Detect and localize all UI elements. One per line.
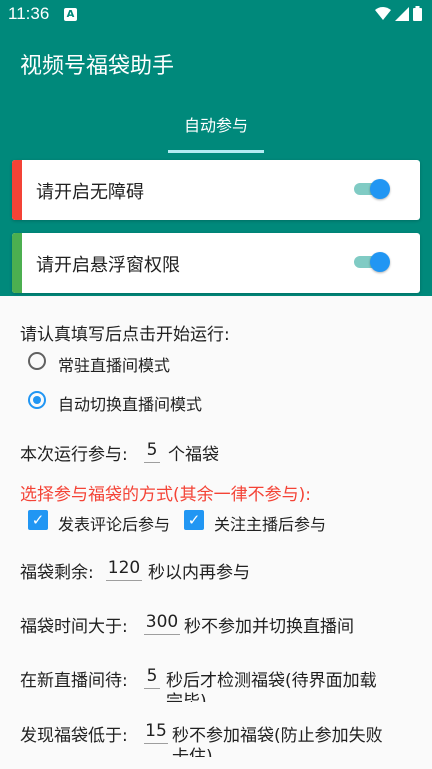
mode-radio-auto-switch[interactable] (28, 391, 46, 409)
duration-suffix: 秒不参加并切换直播间 (184, 617, 354, 637)
status-icons (375, 6, 422, 21)
mode-label-resident[interactable]: 常驻直播间模式 (58, 352, 170, 376)
low-found-prefix: 发现福袋低于: (20, 726, 128, 746)
overlay-toggle[interactable] (354, 252, 390, 272)
accessibility-toggle[interactable] (354, 179, 390, 199)
tab-indicator (168, 150, 264, 153)
status-bar-red (12, 160, 22, 220)
wifi-icon (375, 6, 391, 20)
low-found-suffix: 秒不参加福袋(防止参加失败 (172, 726, 383, 746)
tab-auto-participate[interactable]: 自动参与 (168, 112, 264, 136)
low-found-suffix-cont: 卡住) (172, 747, 213, 757)
method-checkbox-comment[interactable]: ✓ (28, 510, 48, 530)
status-bar-green (12, 233, 22, 293)
app-title: 视频号福袋助手 (20, 54, 175, 79)
low-found-input[interactable]: 15 (144, 721, 168, 744)
accessibility-label: 请开启无障碍 (36, 182, 144, 203)
toggle-thumb (370, 179, 390, 199)
toggle-thumb (370, 252, 390, 272)
mode-radio-resident[interactable] (28, 352, 46, 370)
signal-icon (395, 6, 409, 21)
form-intro: 请认真填写后点击开始运行: (20, 325, 230, 345)
method-heading: 选择参与福袋的方式(其余一律不参与): (20, 485, 311, 505)
new-room-wait-input[interactable]: 5 (144, 666, 160, 689)
duration-prefix: 福袋时间大于: (20, 617, 128, 637)
status-time: 11:36 (8, 4, 50, 23)
overlay-permission-card[interactable]: 请开启悬浮窗权限 (12, 233, 420, 293)
run-count-suffix: 个福袋 (168, 445, 219, 465)
new-room-wait-suffix: 秒后才检测福袋(待界面加载 (166, 671, 377, 691)
remaining-prefix: 福袋剩余: (20, 563, 94, 583)
mode-label-auto-switch[interactable]: 自动切换直播间模式 (58, 391, 202, 415)
overlay-label: 请开启悬浮窗权限 (36, 255, 180, 276)
run-count-input[interactable]: 5 (144, 440, 160, 463)
battery-icon (413, 6, 422, 21)
method-label-follow[interactable]: 关注主播后参与 (214, 511, 326, 535)
new-room-wait-suffix-cont: 完毕) (166, 692, 207, 702)
method-checkbox-follow[interactable]: ✓ (184, 510, 204, 530)
method-label-comment[interactable]: 发表评论后参与 (58, 511, 170, 535)
status-bar: 11:36 A (0, 0, 432, 30)
accessibility-permission-card[interactable]: 请开启无障碍 (12, 160, 420, 220)
new-room-wait-prefix: 在新直播间待: (20, 671, 128, 691)
remaining-suffix: 秒以内再参与 (148, 563, 250, 583)
remaining-input[interactable]: 120 (106, 558, 142, 581)
notification-icon: A (64, 8, 77, 21)
run-count-prefix: 本次运行参与: (20, 445, 128, 465)
duration-input[interactable]: 300 (144, 612, 180, 635)
